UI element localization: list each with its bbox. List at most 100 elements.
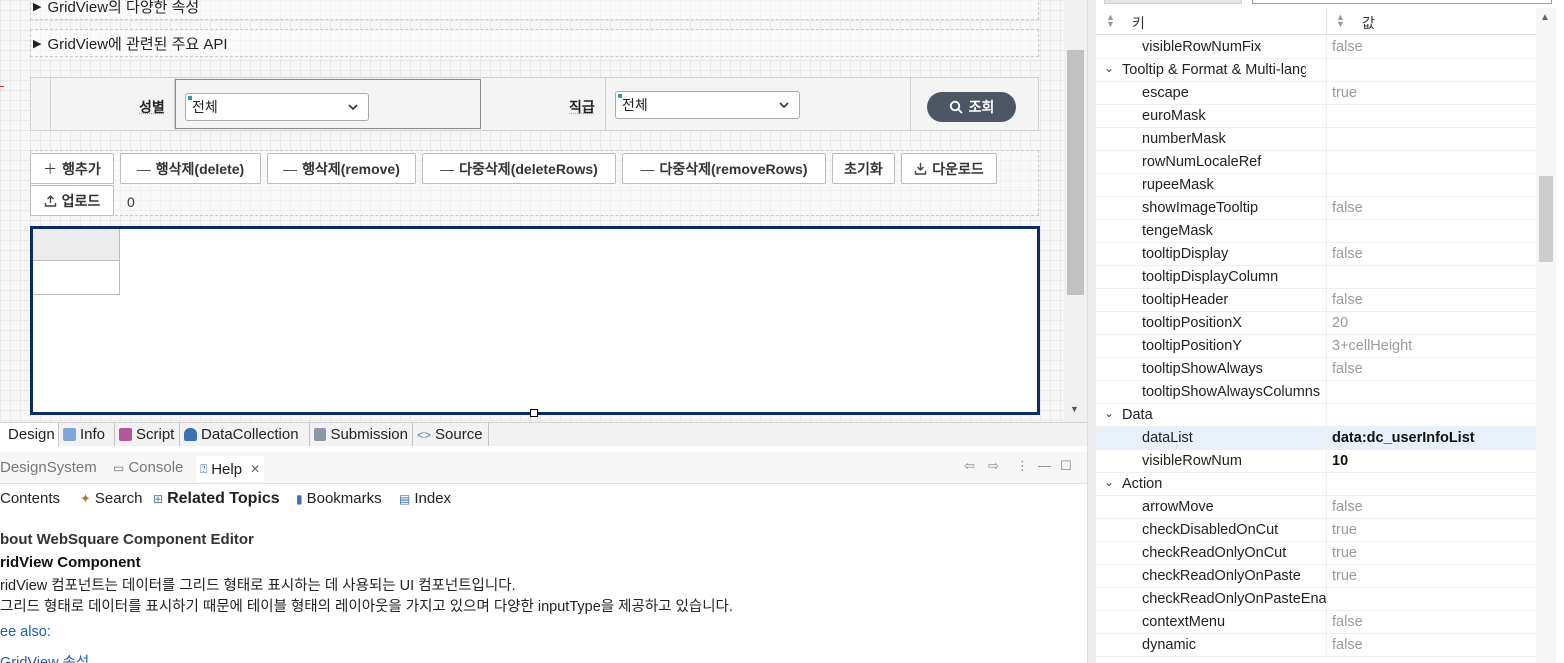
property-row[interactable]: tooltipHeader false [1096,289,1536,312]
collapse-chevron-icon[interactable]: ⌄ [1104,406,1114,420]
remove-rows-button[interactable]: — 다중삭제(removeRows) [622,153,826,184]
properties-scrollbar[interactable]: ▲ [1536,8,1556,663]
remove-row-button[interactable]: — 행삭제(remove) [267,153,416,184]
property-row[interactable]: rupeeMask [1096,174,1536,197]
reset-button[interactable]: 초기화 [832,153,895,184]
property-value[interactable]: false [1332,246,1363,262]
search-button[interactable]: 조회 [927,92,1016,122]
property-value[interactable]: false [1332,499,1363,515]
property-value[interactable]: false [1332,637,1363,653]
minimize-icon[interactable]: — [1038,458,1051,473]
tab-info[interactable]: Info [59,423,115,446]
accordion-gridview-api[interactable]: ▶ GridView에 관련된 주요 API [30,29,1039,57]
panel-divider[interactable] [1087,0,1096,663]
help-nav-contents[interactable]: Contents [0,490,60,507]
grid-view[interactable] [30,226,1040,415]
column-separator [1326,496,1327,519]
maximize-icon[interactable]: ☐ [1060,458,1072,474]
add-row-button[interactable]: ＋ 행추가 [30,153,114,184]
design-canvas[interactable]: ▶ GridView의 다양한 속성 ▶ GridView에 관련된 주요 AP… [0,0,1064,422]
property-row[interactable]: visibleRowNum 10 [1096,450,1536,473]
property-row[interactable]: contextMenu false [1096,611,1536,634]
chevron-down-icon [348,104,358,111]
accordion-gridview-properties[interactable]: ▶ GridView의 다양한 속성 [30,0,1039,20]
sort-icon[interactable]: ▲ ▼ [1336,13,1345,29]
property-row[interactable]: tooltipDisplayColumn [1096,266,1536,289]
tab-designsystem[interactable]: DesignSystem [0,459,97,476]
property-value[interactable]: 10 [1332,453,1348,469]
help-nav-bookmarks[interactable]: ▮ Bookmarks [296,490,382,507]
help-panel: DesignSystem ▭ Console ⍰ Help ✕ ⇦ ⇨ ⋮ — … [0,452,1087,663]
property-row[interactable]: checkReadOnlyOnCut true [1096,542,1536,565]
collapse-chevron-icon[interactable]: ⌄ [1104,475,1114,489]
scroll-up-icon[interactable]: ▲ [1540,12,1550,23]
property-row[interactable]: arrowMove false [1096,496,1536,519]
rank-select[interactable]: 전체 [615,91,800,119]
property-row[interactable]: tooltipShowAlwaysColumns [1096,381,1536,404]
tab-source[interactable]: <> Source [413,423,489,446]
tab-datacollection[interactable]: DataCollection [180,423,310,446]
tab-script[interactable]: Script [115,423,180,446]
scroll-down-icon[interactable]: ▼ [1070,404,1079,414]
column-key-header[interactable]: 키 [1132,13,1145,33]
help-link-gridview-properties[interactable]: GridView 속성 [0,651,89,663]
scrollbar-thumb[interactable] [1539,176,1553,262]
property-row[interactable]: tooltipShowAlways false [1096,358,1536,381]
tab-help[interactable]: ⍰ Help ✕ [196,456,265,482]
property-value[interactable]: false [1332,292,1363,308]
property-row[interactable]: rowNumLocaleRef [1096,151,1536,174]
property-value[interactable]: false [1332,361,1363,377]
property-row[interactable]: tooltipDisplay false [1096,243,1536,266]
property-row[interactable]: escape true [1096,82,1536,105]
close-icon[interactable]: ✕ [250,462,260,476]
property-value[interactable]: true [1332,522,1357,538]
column-separator[interactable] [1326,8,1327,35]
help-nav-index[interactable]: ▤ Index [399,490,451,507]
property-category[interactable]: ⌄ Tooltip & Format & Multi-lang [1096,59,1536,82]
property-row[interactable]: visibleRowNumFix false [1096,36,1536,59]
editor-scrollbar[interactable]: ▼ [1064,0,1087,422]
property-category[interactable]: ⌄ Action [1096,473,1536,496]
property-value[interactable]: data:dc_userInfoList [1332,430,1475,446]
sort-icon[interactable]: ▲ ▼ [1106,13,1115,29]
tab-console[interactable]: ▭ Console [113,459,183,476]
forward-icon[interactable]: ⇨ [988,458,999,474]
property-key: tooltipPositionX [1142,315,1242,331]
property-row[interactable]: tooltipPositionX 20 [1096,312,1536,335]
property-row[interactable]: showImageTooltip false [1096,197,1536,220]
property-row[interactable]: dataList data:dc_userInfoList [1096,427,1536,450]
property-value[interactable]: true [1332,545,1357,561]
download-button[interactable]: 다운로드 [901,153,997,184]
property-row[interactable]: tengeMask [1096,220,1536,243]
property-value[interactable]: true [1332,568,1357,584]
property-value[interactable]: false [1332,200,1363,216]
upload-button[interactable]: 업로드 [30,185,114,216]
property-value[interactable]: false [1332,39,1363,55]
scrollbar-thumb[interactable] [1067,50,1084,295]
expand-triangle-icon: ▶ [33,0,42,13]
column-value-header[interactable]: 값 [1362,13,1375,33]
property-row[interactable]: tooltipPositionY 3+cellHeight [1096,335,1536,358]
property-row[interactable]: numberMask [1096,128,1536,151]
property-row[interactable]: checkReadOnlyOnPasteEnable [1096,588,1536,611]
more-options-icon[interactable]: ⋮ [1016,458,1029,474]
property-value[interactable]: true [1332,85,1357,101]
property-row[interactable]: checkDisabledOnCut true [1096,519,1536,542]
resize-handle[interactable] [530,409,538,417]
delete-rows-button[interactable]: — 다중삭제(deleteRows) [422,153,616,184]
property-row[interactable]: dynamic false [1096,634,1536,657]
tab-submission[interactable]: Submission [310,423,413,446]
property-value[interactable]: false [1332,614,1363,630]
delete-row-button[interactable]: — 행삭제(delete) [120,153,261,184]
tab-design[interactable]: Design [0,423,59,446]
gender-select[interactable]: 전체 [185,93,369,121]
property-row[interactable]: checkReadOnlyOnPaste true [1096,565,1536,588]
help-nav-search[interactable]: ✦ Search [80,490,142,507]
property-category[interactable]: ⌄ Data [1096,404,1536,427]
property-value[interactable]: 3+cellHeight [1332,338,1412,354]
property-row[interactable]: euroMask [1096,105,1536,128]
collapse-chevron-icon[interactable]: ⌄ [1104,61,1114,75]
property-value[interactable]: 20 [1332,315,1348,331]
help-nav-related-topics[interactable]: ⊞ Related Topics [153,490,280,508]
back-icon[interactable]: ⇦ [964,458,975,474]
